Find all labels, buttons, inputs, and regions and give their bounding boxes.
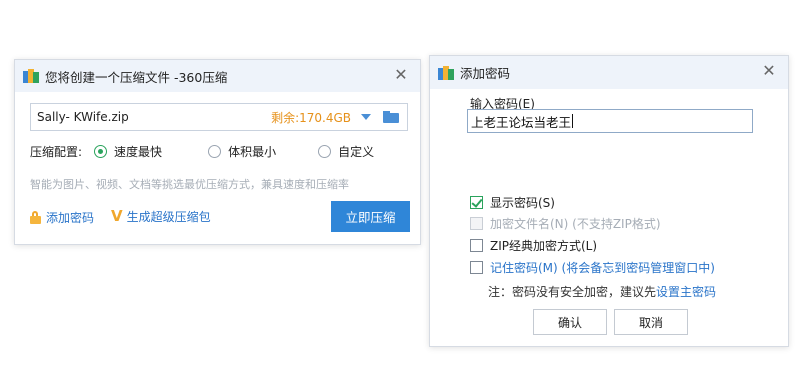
ok-button[interactable]: 确认 <box>533 309 607 335</box>
radio-unselected-icon[interactable] <box>318 145 332 158</box>
compress-titlebar: 您将创建一个压缩文件 -360压缩 ✕ <box>15 60 420 92</box>
show-password-label[interactable]: 显示密码(S) <box>490 194 555 211</box>
compress-config-row: 压缩配置: 速度最快 体积最小 自定义 <box>30 143 374 160</box>
add-password-label[interactable]: 添加密码 <box>46 209 94 226</box>
folder-icon[interactable] <box>383 111 399 123</box>
compress-dialog: 您将创建一个压缩文件 -360压缩 ✕ Sally- KWife.zip 剩余:… <box>14 59 421 245</box>
checkbox-checked-icon[interactable] <box>470 196 483 209</box>
checkbox-unchecked-icon[interactable] <box>470 239 483 252</box>
compress-dialog-title: 您将创建一个压缩文件 -360压缩 <box>45 69 228 85</box>
radio-custom-label[interactable]: 自定义 <box>338 143 374 160</box>
super-package-link[interactable]: V 生成超级压缩包 <box>111 207 211 225</box>
radio-custom[interactable]: 自定义 <box>318 143 374 160</box>
chevron-down-icon[interactable] <box>361 114 371 120</box>
radio-unselected-icon[interactable] <box>208 145 222 158</box>
free-space-text: 剩余:170.4GB <box>271 110 351 125</box>
checkbox-unchecked-icon[interactable] <box>470 261 483 274</box>
lock-icon <box>30 211 42 224</box>
app-360zip-icon <box>23 69 39 83</box>
app-360zip-icon <box>438 65 454 80</box>
close-icon[interactable]: ✕ <box>392 66 410 84</box>
add-password-link[interactable]: 添加密码 <box>30 209 94 226</box>
zip-classic-checkbox[interactable]: ZIP经典加密方式(L) <box>470 237 597 254</box>
close-icon[interactable]: ✕ <box>760 62 778 80</box>
compress-now-button[interactable]: 立即压缩 <box>331 201 410 232</box>
add-password-dialog: 添加密码 ✕ 输入密码(E) 上老王论坛当老王 显示密码(S) 加密文件名(N)… <box>429 55 789 347</box>
checkbox-disabled-icon <box>470 217 483 230</box>
password-input[interactable]: 上老王论坛当老王 <box>467 109 753 133</box>
vip-v-icon: V <box>111 207 123 225</box>
file-name-text[interactable]: Sally- KWife.zip <box>37 110 271 124</box>
password-value[interactable]: 上老王论坛当老王 <box>471 112 571 131</box>
compress-hint: 智能为图片、视频、文档等挑选最优压缩方式，兼具速度和压缩率 <box>30 178 349 191</box>
radio-fastest-label[interactable]: 速度最快 <box>114 143 162 160</box>
security-note-text: 注：密码没有安全加密，建议先 <box>488 285 657 299</box>
text-caret <box>572 114 574 128</box>
radio-fastest[interactable]: 速度最快 <box>94 143 162 160</box>
password-dialog-title: 添加密码 <box>460 66 511 81</box>
encrypt-filename-checkbox: 加密文件名(N) (不支持ZIP格式) <box>470 215 661 232</box>
radio-smallest-label[interactable]: 体积最小 <box>228 143 276 160</box>
cancel-button[interactable]: 取消 <box>614 309 688 335</box>
radio-smallest[interactable]: 体积最小 <box>208 143 276 160</box>
compress-config-label: 压缩配置: <box>30 145 83 159</box>
remember-password-label[interactable]: 记住密码(M) (将会备忘到密码管理窗口中) <box>490 259 715 276</box>
output-path-field[interactable]: Sally- KWife.zip 剩余:170.4GB <box>30 103 408 131</box>
password-titlebar: 添加密码 ✕ <box>430 56 788 89</box>
encrypt-filename-label: 加密文件名(N) (不支持ZIP格式) <box>490 217 661 231</box>
security-note: 注：密码没有安全加密，建议先设置主密码 <box>488 283 716 300</box>
show-password-checkbox[interactable]: 显示密码(S) <box>470 194 555 211</box>
zip-classic-label[interactable]: ZIP经典加密方式(L) <box>490 237 597 254</box>
remember-password-checkbox[interactable]: 记住密码(M) (将会备忘到密码管理窗口中) <box>470 259 715 276</box>
radio-selected-icon[interactable] <box>94 145 108 158</box>
set-master-password-link[interactable]: 设置主密码 <box>656 285 716 299</box>
super-package-label[interactable]: 生成超级压缩包 <box>127 208 211 225</box>
